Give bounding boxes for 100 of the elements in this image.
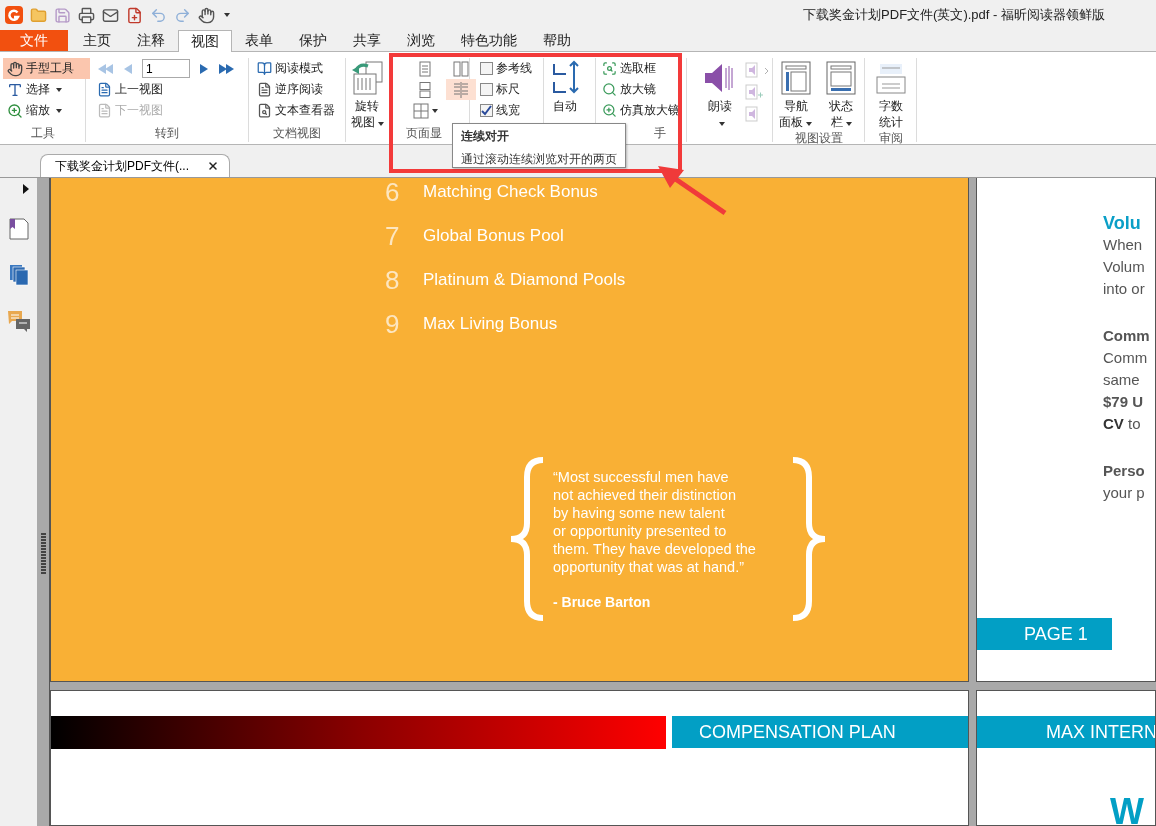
save-icon[interactable] [53,6,71,24]
group-label: 审阅 [877,130,904,147]
view-setting-button[interactable]: 导航 面板 [774,58,817,130]
list-label: Global Bonus Pool [423,226,564,246]
menu-tab[interactable]: 特色功能 [448,30,530,51]
expand-icon[interactable] [21,184,30,194]
app-logo-icon[interactable] [5,6,23,24]
view-setting-button[interactable]: 状态 栏 [820,58,863,130]
menu-tab[interactable]: 主页 [70,30,124,51]
window-title: 下载奖金计划PDF文件(英文).pdf - 福昕阅读器领鲜版 [803,6,1105,24]
split-layout-icon [412,102,429,119]
document-view-button[interactable]: 文本查看器 [253,100,339,121]
list-number: 7 [385,220,401,252]
header-band: COMPENSATION PLAN [672,716,968,748]
group-label: 视图设置 [793,130,844,147]
checkbox[interactable] [480,62,493,75]
document-view-button[interactable]: 阅读模式 [253,58,327,79]
checkbox-option[interactable]: 线宽 [476,100,524,121]
file-menu-tab[interactable]: 文件 [0,30,68,51]
grip-icon[interactable] [40,533,46,575]
word-count-button[interactable]: 字数 统计 [869,58,912,130]
caret-icon[interactable] [224,13,230,17]
read-aloud-button[interactable]: 朗读 [699,58,741,130]
tool-button[interactable]: 选择 [3,79,66,100]
folder-icon[interactable] [29,6,47,24]
navigation-panel-icon [778,60,813,96]
text-cursor-icon [7,81,23,98]
body-text: Comm [1103,348,1149,368]
body-text: Volum [1103,257,1146,277]
caret-icon [377,122,384,126]
list-number: 6 [385,178,401,208]
auto-scroll-button[interactable]: 自动 [544,58,586,124]
caret-icon [718,122,725,126]
rotate-view-button[interactable]: 旋转 视图 [346,58,388,130]
document-tab[interactable]: 下载奖金计划PDF文件(... [40,154,230,177]
tool-button[interactable]: 手型工具 [3,58,90,79]
menu-tab[interactable]: 注释 [124,30,178,51]
assistant-tool-button[interactable]: 选取框 [598,58,660,79]
print-icon[interactable] [77,6,95,24]
last-page-icon[interactable] [218,61,235,76]
checkbox[interactable] [480,104,493,117]
menu-tab[interactable]: 帮助 [530,30,584,51]
group-label: 手 [653,124,667,142]
magnifier-icon [602,82,617,97]
close-icon[interactable] [207,160,219,172]
next-page-icon[interactable] [199,61,209,76]
menu-tab[interactable]: 保护 [286,30,340,51]
checkbox-option[interactable]: 标尺 [476,79,524,100]
comments-icon[interactable] [6,310,31,334]
speaker-page-icon[interactable] [745,106,761,122]
document-icon [97,103,112,118]
undo-icon[interactable] [149,6,167,24]
continuous-layout-icon [417,81,433,98]
zoom-icon [7,102,23,119]
body-text: into or [1103,279,1146,299]
assistant-tool-button[interactable]: 放大镜 [598,79,660,100]
view-history-button[interactable]: 上一视图 [93,79,167,100]
list-label: Max Living Bonus [423,314,558,334]
hand-icon [7,60,23,77]
assistant-tool-button[interactable]: 仿真放大镜 [598,100,684,121]
body-text: CV to [1103,414,1142,434]
continuous-facing-layout-icon [453,81,469,98]
header-band: MAX INTERN [977,716,1155,748]
caret-icon [431,108,438,113]
bookmark-icon[interactable] [8,218,29,240]
document-view-button[interactable]: 逆序阅读 [253,79,327,100]
quote-author: - Bruce Barton [553,594,652,610]
menu-tab[interactable]: 视图 [178,30,232,52]
document-search-icon [257,103,272,118]
body-text: Comm [1103,326,1151,346]
menu-tab[interactable]: 表单 [232,30,286,51]
checkbox-option[interactable]: 参考线 [476,58,536,79]
new-document-icon[interactable] [125,6,143,24]
page-number-band: PAGE 1 [977,618,1112,650]
tool-button[interactable]: 缩放 [3,100,66,121]
menu-tab[interactable]: 共享 [340,30,394,51]
page-layout-button[interactable] [410,100,440,121]
document-icon [97,82,112,97]
page-heading: W [1109,797,1145,825]
caret-icon [845,122,852,126]
hand-icon[interactable] [197,6,215,24]
body-text: your p [1103,483,1146,503]
tooltip-text: 通过滚动连续浏览对开的两页 [461,151,617,168]
redo-icon[interactable] [173,6,191,24]
single-layout-icon [417,60,433,77]
group-label: 文档视图 [272,124,322,142]
magnifier-icon [602,103,617,118]
mail-icon[interactable] [101,6,119,24]
checkbox[interactable] [480,83,493,96]
pages-icon[interactable] [8,264,29,286]
list-label: Matching Check Bonus [423,182,598,202]
list-label: Platinum & Diamond Pools [423,270,626,290]
list-number: 9 [385,308,401,340]
section-heading: Volu [1103,212,1142,234]
rotate-icon [350,60,384,96]
menu-tab[interactable]: 浏览 [394,30,448,51]
page-number-field[interactable]: 1 [142,59,190,78]
document-icon [257,82,272,97]
speaker-page-icon[interactable] [745,62,771,78]
quote-text: “Most successful men have not achieved their distinction by having some new talent or opportunity presented to them. They have developed the opportunity that was at hand.” [553,468,757,576]
